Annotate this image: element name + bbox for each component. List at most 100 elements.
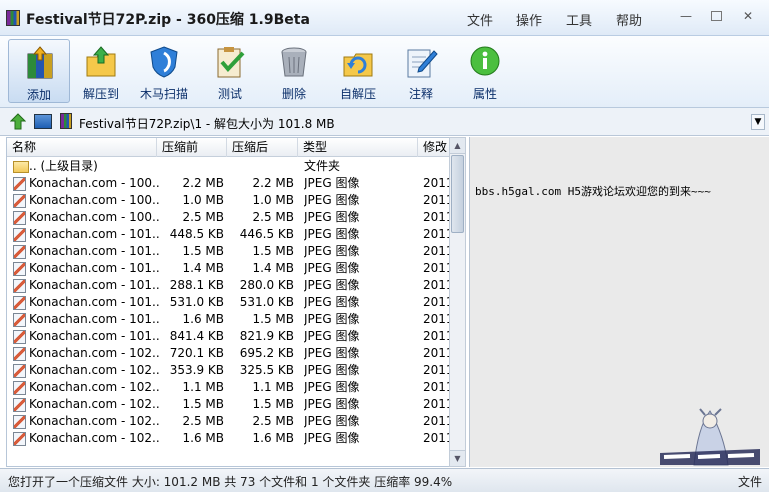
add-button[interactable]: 添加: [8, 39, 70, 103]
menu-operation[interactable]: 操作: [516, 10, 542, 29]
comment-button[interactable]: 注释: [390, 39, 452, 103]
file-packed-size: 1.4 MB: [182, 261, 224, 275]
file-row[interactable]: Konachan.com - 100... 1.0 MB 1.0 MB JPEG 图像…: [7, 192, 454, 209]
file-row[interactable]: Konachan.com - 101... 448.5 KB 446.5 KB JPE…: [7, 226, 454, 243]
file-name: Konachan.com - 101...: [29, 261, 159, 275]
file-size: 280.0 KB: [239, 278, 294, 292]
add-archive-icon: [27, 46, 53, 79]
file-name: Konachan.com - 101...: [29, 329, 159, 343]
file-row[interactable]: Konachan.com - 101... 531.0 KB 531.0 KB JPE…: [7, 294, 454, 311]
minimize-button[interactable]: —: [677, 9, 695, 23]
mascot-watermark-image: [660, 408, 760, 466]
path-dropdown-button[interactable]: ▼: [751, 114, 765, 130]
toolbar: 添加 解压到 木马扫描 测试 删除 自解压 注释 属性: [0, 36, 769, 108]
file-packed-size: 2.2 MB: [182, 176, 224, 190]
file-type: JPEG 图像: [304, 346, 360, 360]
jpeg-file-icon: [13, 228, 26, 242]
file-row[interactable]: Konachan.com - 102... 1.1 MB 1.1 MB JPEG 图像…: [7, 379, 454, 396]
scroll-up-button[interactable]: ▲: [450, 138, 465, 154]
file-packed-size: 720.1 KB: [169, 346, 224, 360]
file-row[interactable]: Konachan.com - 101... 1.4 MB 1.4 MB JPEG 图像…: [7, 260, 454, 277]
file-size: 531.0 KB: [239, 295, 294, 309]
file-size: 2.2 MB: [252, 176, 294, 190]
delete-button[interactable]: 删除: [263, 39, 325, 103]
comment-label: 注释: [408, 87, 433, 101]
parent-directory-name: .. (上级目录): [29, 159, 98, 173]
file-size: 1.1 MB: [252, 380, 294, 394]
file-packed-size: 1.5 MB: [182, 397, 224, 411]
file-row[interactable]: Konachan.com - 100... 2.5 MB 2.5 MB JPEG 图像…: [7, 209, 454, 226]
file-size: 1.0 MB: [252, 193, 294, 207]
comment-pane: bbs.h5gal.com H5游戏论坛欢迎您的到来~~~: [469, 137, 769, 467]
file-size: 1.4 MB: [252, 261, 294, 275]
jpeg-file-icon: [13, 364, 26, 378]
file-type: JPEG 图像: [304, 329, 360, 343]
properties-label: 属性: [472, 87, 497, 101]
trojan-scan-label: 木马扫描: [139, 87, 188, 101]
file-row[interactable]: Konachan.com - 101... 288.1 KB 280.0 KB JPE…: [7, 277, 454, 294]
menu-tools[interactable]: 工具: [566, 10, 592, 29]
file-row[interactable]: Konachan.com - 101... 841.4 KB 821.9 KB JPE…: [7, 328, 454, 345]
menu-help[interactable]: 帮助: [616, 10, 642, 29]
self-extract-button[interactable]: 自解压: [327, 39, 389, 103]
file-row[interactable]: Konachan.com - 102... 1.6 MB 1.6 MB JPEG 图像…: [7, 430, 454, 447]
test-button[interactable]: 测试: [199, 39, 261, 103]
parent-directory-row[interactable]: .. (上级目录) 文件夹: [7, 158, 454, 175]
jpeg-file-icon: [13, 313, 26, 327]
window-title: Festival节日72P.zip - 360压缩 1.9Beta: [26, 12, 310, 28]
file-size: 2.5 MB: [252, 414, 294, 428]
file-type: JPEG 图像: [304, 397, 360, 411]
file-packed-size: 841.4 KB: [169, 329, 224, 343]
file-row[interactable]: Konachan.com - 102... 720.1 KB 695.2 KB JPE…: [7, 345, 454, 362]
file-row[interactable]: Konachan.com - 101... 1.5 MB 1.5 MB JPEG 图像…: [7, 243, 454, 260]
file-name: Konachan.com - 102...: [29, 380, 159, 394]
file-type: JPEG 图像: [304, 261, 360, 275]
file-type: JPEG 图像: [304, 176, 360, 190]
file-list: 名称 压缩前 压缩后 类型 修改日 .. (上级目录) 文件夹 Konachan…: [6, 137, 455, 467]
file-type: JPEG 图像: [304, 244, 360, 258]
file-packed-size: 2.5 MB: [182, 210, 224, 224]
scroll-thumb[interactable]: [451, 155, 464, 233]
archive-path[interactable]: Festival节日72P.zip\1 - 解包大小为 101.8 MB: [79, 115, 335, 132]
column-type[interactable]: 类型: [298, 138, 418, 157]
file-packed-size: 1.1 MB: [182, 380, 224, 394]
computer-icon[interactable]: [34, 114, 52, 129]
extract-to-button[interactable]: 解压到: [70, 39, 132, 103]
file-row[interactable]: Konachan.com - 102... 2.5 MB 2.5 MB JPEG 图像…: [7, 413, 454, 430]
maximize-button[interactable]: [711, 11, 722, 21]
file-row[interactable]: Konachan.com - 102... 1.5 MB 1.5 MB JPEG 图像…: [7, 396, 454, 413]
file-type: JPEG 图像: [304, 278, 360, 292]
file-name: Konachan.com - 102...: [29, 414, 159, 428]
self-extract-label: 自解压: [339, 87, 376, 101]
scroll-down-button[interactable]: ▼: [450, 450, 465, 466]
file-type: JPEG 图像: [304, 227, 360, 241]
file-type: JPEG 图像: [304, 312, 360, 326]
status-text: 您打开了一个压缩文件 大小: 101.2 MB 共 73 个文件和 1 个文件夹…: [8, 475, 453, 489]
menu-file[interactable]: 文件: [467, 10, 493, 29]
file-row[interactable]: Konachan.com - 100... 2.2 MB 2.2 MB JPEG 图像…: [7, 175, 454, 192]
jpeg-file-icon: [13, 245, 26, 259]
column-header: 名称 压缩前 压缩后 类型 修改日: [7, 138, 454, 157]
column-name[interactable]: 名称: [7, 138, 157, 157]
file-name: Konachan.com - 100...: [29, 210, 159, 224]
archive-path-icon: [60, 113, 72, 129]
close-button[interactable]: ✕: [739, 9, 757, 23]
jpeg-file-icon: [13, 194, 26, 208]
properties-button[interactable]: 属性: [454, 39, 516, 103]
file-packed-size: 353.9 KB: [169, 363, 224, 377]
file-packed-size: 288.1 KB: [169, 278, 224, 292]
file-row[interactable]: Konachan.com - 102... 353.9 KB 325.5 KB JPE…: [7, 362, 454, 379]
column-packed[interactable]: 压缩前: [157, 138, 227, 157]
file-type: JPEG 图像: [304, 414, 360, 428]
file-type: JPEG 图像: [304, 380, 360, 394]
up-level-icon[interactable]: [10, 113, 26, 130]
file-size: 695.2 KB: [239, 346, 294, 360]
shield-icon: [150, 46, 178, 78]
file-row[interactable]: Konachan.com - 101... 1.6 MB 1.5 MB JPEG 图像…: [7, 311, 454, 328]
file-list-scrollbar[interactable]: ▲ ▼: [449, 137, 466, 467]
trojan-scan-button[interactable]: 木马扫描: [133, 39, 195, 103]
file-name: Konachan.com - 101...: [29, 312, 159, 326]
column-size[interactable]: 压缩后: [227, 138, 298, 157]
file-packed-size: 531.0 KB: [169, 295, 224, 309]
file-type: JPEG 图像: [304, 295, 360, 309]
